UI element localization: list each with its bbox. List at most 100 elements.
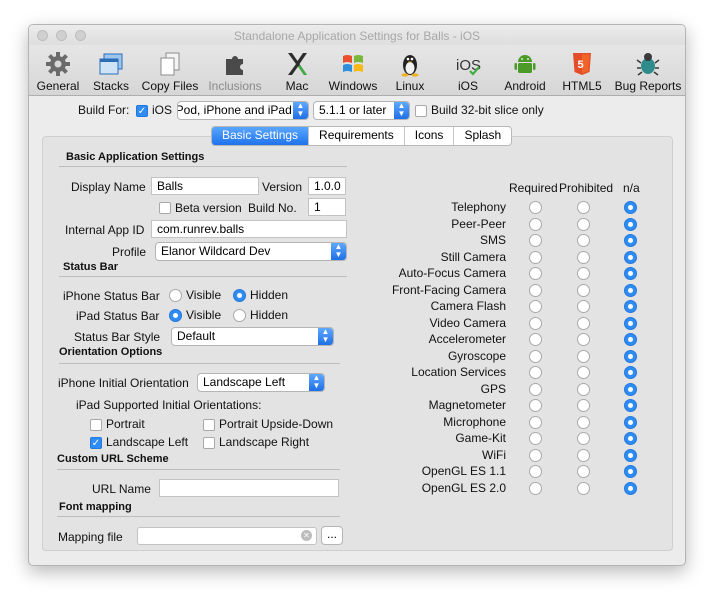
required-radio[interactable]: [529, 234, 542, 247]
prohibited-radio[interactable]: [577, 317, 590, 330]
prohibited-radio[interactable]: [577, 267, 590, 280]
toolbar-mac-button[interactable]: Mac: [279, 51, 315, 93]
required-radio[interactable]: [529, 366, 542, 379]
toolbar-copy-files-button[interactable]: Copy Files: [139, 51, 201, 93]
na-radio[interactable]: [624, 366, 637, 379]
prohibited-radio[interactable]: [577, 201, 590, 214]
toolbar-html5-button[interactable]: 5 HTML5: [560, 51, 604, 93]
na-radio[interactable]: [624, 284, 637, 297]
landscape-right-checkbox[interactable]: [203, 437, 215, 449]
na-radio[interactable]: [624, 465, 637, 478]
ipad-status-hidden-radio[interactable]: [233, 309, 246, 322]
toolbar-inclusions-label: Inclusions: [208, 79, 262, 93]
prohibited-radio[interactable]: [577, 251, 590, 264]
build-for-label: Build For:: [78, 103, 130, 117]
required-radio[interactable]: [529, 449, 542, 462]
na-radio[interactable]: [624, 399, 637, 412]
tab-basic-settings[interactable]: Basic Settings: [212, 127, 310, 145]
na-radio[interactable]: [624, 449, 637, 462]
ios-build-checkbox[interactable]: ✓: [136, 105, 148, 117]
na-radio[interactable]: [624, 300, 637, 313]
required-radio[interactable]: [529, 267, 542, 280]
iphone-initial-orientation-popup[interactable]: Landscape Left ▲ ▼: [197, 373, 325, 392]
chevron-updown-icon: ▲ ▼: [309, 374, 324, 391]
required-radio[interactable]: [529, 300, 542, 313]
app-id-field[interactable]: com.runrev.balls: [151, 220, 347, 238]
required-radio[interactable]: [529, 350, 542, 363]
prohibited-radio[interactable]: [577, 383, 590, 396]
required-radio[interactable]: [529, 432, 542, 445]
na-radio[interactable]: [624, 251, 637, 264]
prohibited-radio[interactable]: [577, 399, 590, 412]
tab-icons[interactable]: Icons: [405, 127, 455, 145]
na-radio[interactable]: [624, 267, 637, 280]
prohibited-radio[interactable]: [577, 218, 590, 231]
na-radio[interactable]: [624, 416, 637, 429]
required-radio[interactable]: [529, 482, 542, 495]
na-radio[interactable]: [624, 201, 637, 214]
toolbar-windows-button[interactable]: Windows: [325, 51, 381, 93]
required-radio[interactable]: [529, 465, 542, 478]
prohibited-radio[interactable]: [577, 465, 590, 478]
required-radio[interactable]: [529, 251, 542, 264]
beta-version-checkbox[interactable]: [159, 202, 171, 214]
prohibited-radio[interactable]: [577, 416, 590, 429]
requirement-label: Magnetometer: [428, 398, 506, 412]
prohibited-radio[interactable]: [577, 350, 590, 363]
portrait-checkbox[interactable]: [90, 419, 102, 431]
prohibited-radio[interactable]: [577, 449, 590, 462]
na-radio[interactable]: [624, 383, 637, 396]
build-32bit-checkbox[interactable]: [415, 105, 427, 117]
required-radio[interactable]: [529, 218, 542, 231]
toolbar-android-button[interactable]: Android: [501, 51, 549, 93]
prohibited-radio[interactable]: [577, 333, 590, 346]
clear-field-icon[interactable]: ✕: [301, 530, 312, 541]
url-name-field[interactable]: [159, 479, 339, 497]
iphone-status-hidden-radio[interactable]: [233, 289, 246, 302]
toolbar-inclusions-button[interactable]: Inclusions: [206, 51, 264, 93]
prohibited-radio[interactable]: [577, 234, 590, 247]
settings-window: Standalone Application Settings for Ball…: [28, 24, 686, 566]
tab-splash[interactable]: Splash: [454, 127, 511, 145]
na-radio[interactable]: [624, 333, 637, 346]
na-radio[interactable]: [624, 317, 637, 330]
build-no-field[interactable]: 1: [308, 198, 346, 216]
device-family-popup[interactable]: iPod, iPhone and iPad ▲ ▼: [177, 101, 309, 120]
iphone-status-visible-radio[interactable]: [169, 289, 182, 302]
toolbar-linux-button[interactable]: Linux: [392, 51, 428, 93]
min-ios-version-value: 5.1.1 or later: [319, 103, 387, 117]
required-radio[interactable]: [529, 201, 542, 214]
prohibited-radio[interactable]: [577, 432, 590, 445]
prohibited-radio[interactable]: [577, 482, 590, 495]
toolbar-bug-reports-label: Bug Reports: [614, 79, 682, 93]
landscape-left-checkbox[interactable]: ✓: [90, 437, 102, 449]
profile-popup[interactable]: Elanor Wildcard Dev ▲ ▼: [155, 242, 347, 261]
prohibited-radio[interactable]: [577, 284, 590, 297]
required-radio[interactable]: [529, 284, 542, 297]
na-radio[interactable]: [624, 482, 637, 495]
mapping-file-field[interactable]: ✕: [137, 527, 317, 545]
browse-mapping-file-button[interactable]: ...: [321, 526, 343, 545]
required-radio[interactable]: [529, 399, 542, 412]
min-ios-version-popup[interactable]: 5.1.1 or later ▲ ▼: [313, 101, 410, 120]
na-radio[interactable]: [624, 432, 637, 445]
na-radio[interactable]: [624, 234, 637, 247]
tab-requirements[interactable]: Requirements: [309, 127, 405, 145]
na-radio[interactable]: [624, 218, 637, 231]
toolbar-ios-button[interactable]: iOS iOS: [451, 51, 485, 93]
prohibited-radio[interactable]: [577, 300, 590, 313]
required-radio[interactable]: [529, 383, 542, 396]
status-bar-style-popup[interactable]: Default ▲ ▼: [171, 327, 334, 346]
ipad-status-visible-radio[interactable]: [169, 309, 182, 322]
required-radio[interactable]: [529, 317, 542, 330]
toolbar-stacks-button[interactable]: Stacks: [89, 51, 133, 93]
display-name-field[interactable]: Balls: [151, 177, 259, 195]
na-radio[interactable]: [624, 350, 637, 363]
version-field[interactable]: 1.0.0: [308, 177, 346, 195]
required-radio[interactable]: [529, 416, 542, 429]
prohibited-radio[interactable]: [577, 366, 590, 379]
toolbar-bug-reports-button[interactable]: Bug Reports: [612, 51, 684, 93]
portrait-upside-down-checkbox[interactable]: [203, 419, 215, 431]
toolbar-general-button[interactable]: General: [34, 51, 82, 93]
required-radio[interactable]: [529, 333, 542, 346]
